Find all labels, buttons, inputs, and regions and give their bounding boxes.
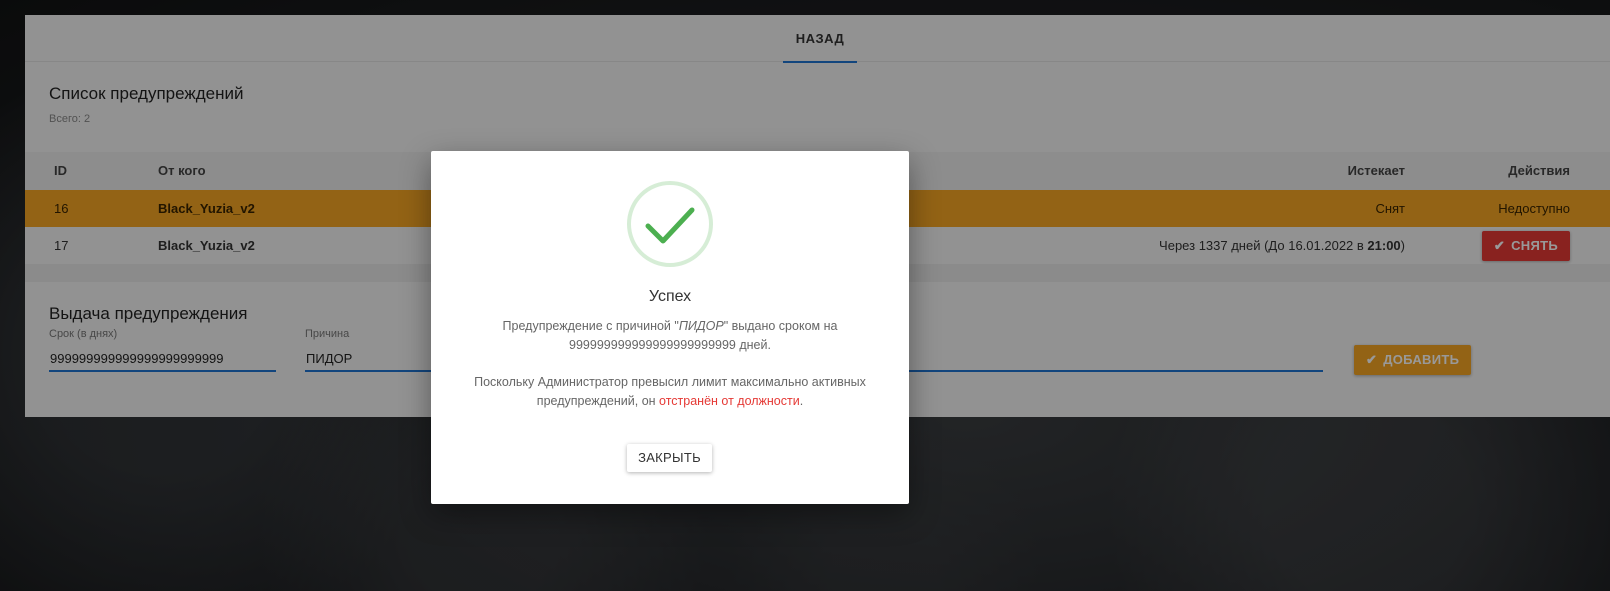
success-modal: Успех Предупреждение с причиной "ПИДОР" … (431, 151, 909, 504)
msg-suffix: " выдано сроком на (723, 319, 838, 333)
msg-reason: ПИДОР (678, 319, 724, 333)
modal-title: Успех (648, 288, 692, 305)
modal-message-line2: 999999999999999999999999 дней. (569, 338, 771, 352)
modal-message-line4: предупреждений, он отстранён от должност… (451, 392, 889, 411)
msg-prefix: Предупреждение с причиной " (502, 319, 679, 333)
modal-message-line3: Поскольку Администратор превысил лимит м… (474, 375, 866, 389)
close-button[interactable]: ЗАКРЫТЬ (627, 444, 712, 472)
msg-suffix: . (799, 394, 804, 408)
msg-prefix: предупреждений, он (536, 394, 660, 408)
msg-dismissed: отстранён от должности (659, 394, 800, 408)
success-check-icon (627, 181, 713, 267)
modal-message-line1: Предупреждение с причиной "ПИДОР" выдано… (451, 317, 889, 336)
